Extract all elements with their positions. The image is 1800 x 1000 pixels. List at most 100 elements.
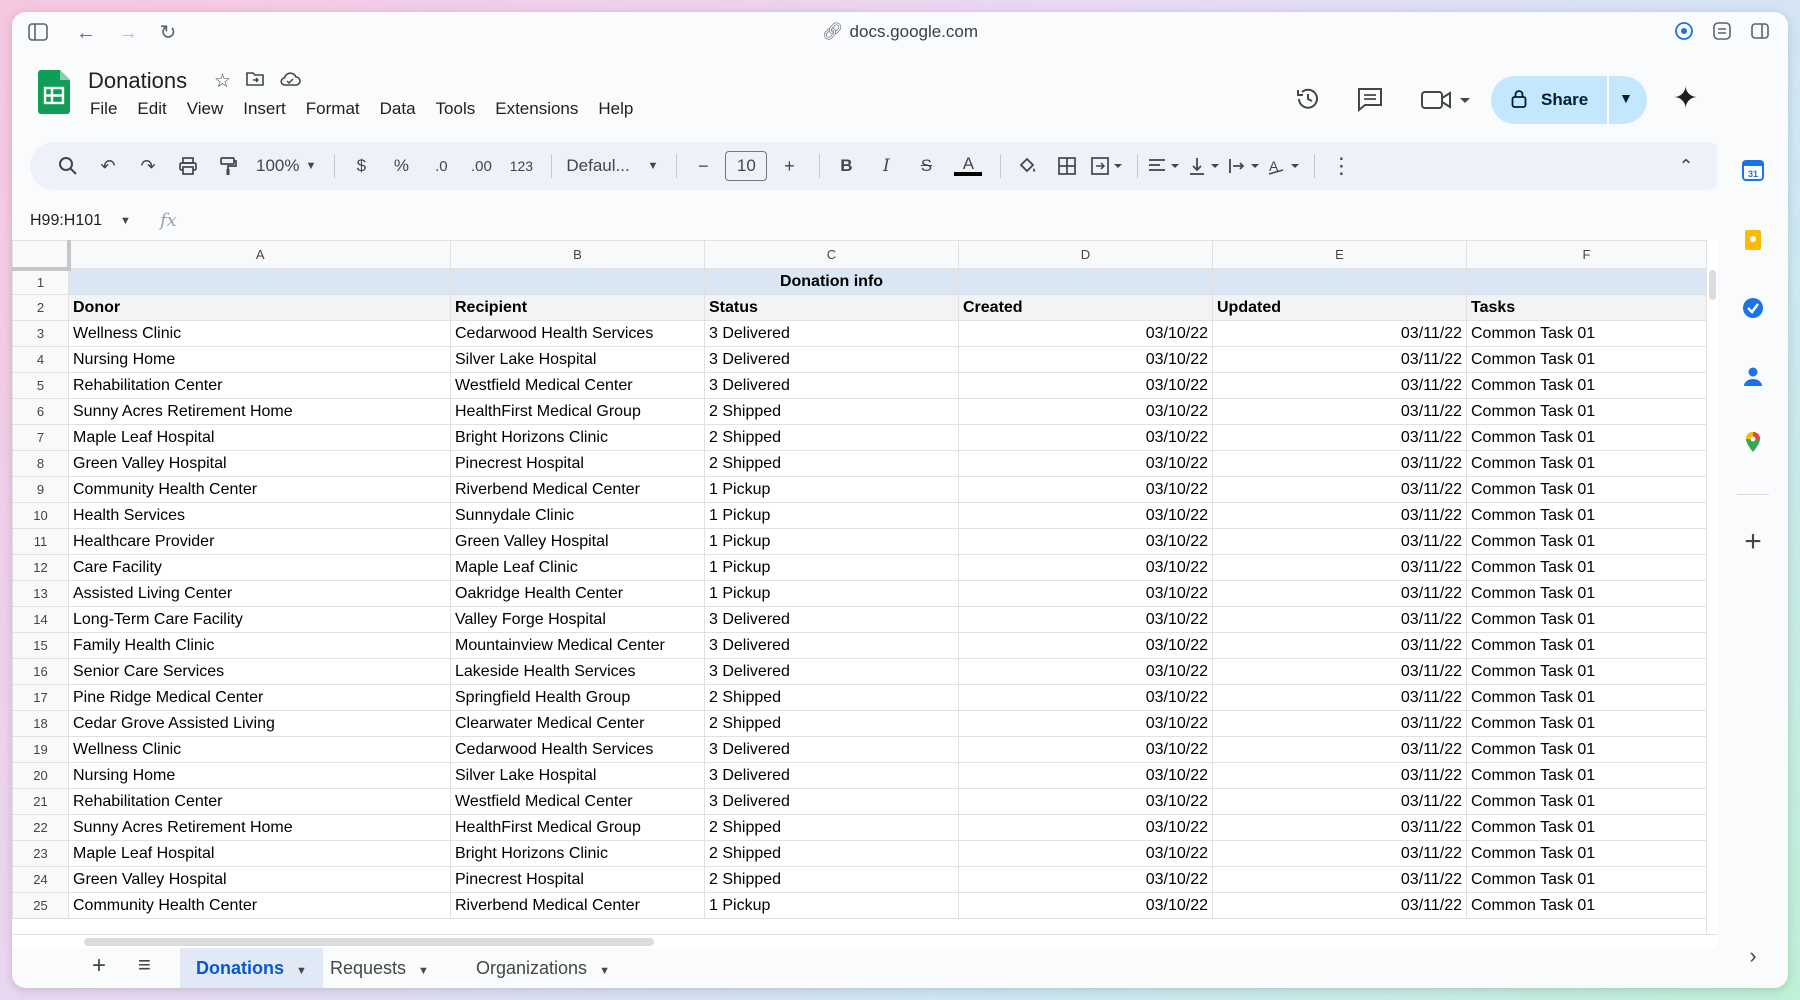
cloud-status-icon[interactable] [279,70,301,94]
cell[interactable]: Pinecrest Hospital [450,450,705,477]
cell[interactable]: 03/11/22 [1212,476,1467,503]
row-number[interactable]: 19 [12,736,69,763]
cell[interactable]: Oakridge Health Center [450,580,705,607]
row-number[interactable]: 5 [12,372,69,399]
cell[interactable]: 2 Shipped [704,814,959,841]
cell[interactable]: Rehabilitation Center [68,788,451,815]
column-header-c[interactable]: C [704,240,959,269]
more-formats-button[interactable]: 123 [503,148,539,184]
extension-icon[interactable] [1672,21,1696,45]
meet-icon[interactable] [1420,88,1472,119]
cell[interactable]: 03/10/22 [958,580,1213,607]
cell[interactable]: 3 Delivered [704,346,959,373]
cell[interactable]: Riverbend Medical Center [450,476,705,503]
cell[interactable]: 1 Pickup [704,476,959,503]
cell-header-created[interactable]: Created [958,294,1213,321]
menu-tools[interactable]: Tools [436,99,476,119]
cell[interactable]: Common Task 01 [1466,814,1707,841]
column-header-a[interactable]: A [68,240,451,269]
paint-format-icon[interactable] [210,148,246,184]
print-icon[interactable] [170,148,206,184]
borders-icon[interactable] [1049,148,1085,184]
cell[interactable]: Clearwater Medical Center [450,710,705,737]
cell[interactable]: Assisted Living Center [68,580,451,607]
cell[interactable]: Common Task 01 [1466,840,1707,867]
cell[interactable]: Pine Ridge Medical Center [68,684,451,711]
cell[interactable]: Bright Horizons Clinic [450,424,705,451]
row-number[interactable]: 23 [12,840,69,867]
cell[interactable]: Common Task 01 [1466,736,1707,763]
row-number[interactable]: 13 [12,580,69,607]
cell[interactable]: Common Task 01 [1466,554,1707,581]
cell[interactable]: 2 Shipped [704,710,959,737]
cell[interactable]: Nursing Home [68,346,451,373]
add-sheet-icon[interactable]: + [92,952,106,980]
menu-insert[interactable]: Insert [243,99,286,119]
cell[interactable]: 3 Delivered [704,736,959,763]
cell[interactable]: Green Valley Hospital [68,866,451,893]
cell[interactable]: 2 Shipped [704,398,959,425]
row-number[interactable]: 7 [12,424,69,451]
cell[interactable]: 03/11/22 [1212,346,1467,373]
sheet-tab-requests[interactable]: Requests ▼ [314,948,445,988]
text-rotation-icon[interactable]: A [1266,148,1302,184]
cell[interactable]: 03/11/22 [1212,372,1467,399]
menu-help[interactable]: Help [598,99,633,119]
row-number[interactable]: 25 [12,892,69,919]
cell[interactable]: 1 Pickup [704,502,959,529]
menu-extensions[interactable]: Extensions [495,99,578,119]
row-number[interactable]: 10 [12,502,69,529]
column-header-f[interactable]: F [1466,240,1707,269]
cell[interactable]: Community Health Center [68,892,451,919]
cell[interactable] [958,268,1213,295]
fill-color-icon[interactable] [1009,148,1045,184]
sheet-tab-organizations[interactable]: Organizations ▼ [460,948,626,988]
row-number[interactable]: 16 [12,658,69,685]
cell[interactable]: Common Task 01 [1466,424,1707,451]
cell[interactable]: Common Task 01 [1466,476,1707,503]
cell[interactable]: 03/10/22 [958,840,1213,867]
cell[interactable]: Common Task 01 [1466,684,1707,711]
chevron-down-icon[interactable]: ▼ [296,965,307,977]
name-box-dropdown-icon[interactable]: ▼ [120,215,131,227]
cell[interactable]: 03/10/22 [958,658,1213,685]
share-button[interactable]: Share ▼ [1491,76,1647,124]
cell[interactable]: Valley Forge Hospital [450,606,705,633]
cell[interactable]: 2 Shipped [704,424,959,451]
cell[interactable]: Community Health Center [68,476,451,503]
cell[interactable]: 03/10/22 [958,398,1213,425]
cell[interactable]: 1 Pickup [704,580,959,607]
text-wrapping-icon[interactable] [1226,148,1262,184]
menu-file[interactable]: File [90,99,117,119]
cell[interactable]: Cedarwood Health Services [450,320,705,347]
row-number[interactable]: 17 [12,684,69,711]
reader-mode-icon[interactable] [1710,21,1734,45]
row-number[interactable]: 15 [12,632,69,659]
row-number[interactable]: 1 [12,268,69,295]
cell[interactable]: Common Task 01 [1466,580,1707,607]
cell[interactable]: Wellness Clinic [68,320,451,347]
move-folder-icon[interactable] [245,70,265,94]
column-header-e[interactable]: E [1212,240,1467,269]
cell[interactable]: Bright Horizons Clinic [450,840,705,867]
cell[interactable]: 03/10/22 [958,476,1213,503]
bold-button[interactable]: B [828,148,864,184]
cell[interactable]: HealthFirst Medical Group [450,814,705,841]
cell[interactable]: 03/11/22 [1212,632,1467,659]
cell[interactable]: 3 Delivered [704,658,959,685]
cell[interactable]: 1 Pickup [704,528,959,555]
sheets-logo-icon[interactable] [38,70,70,114]
cell[interactable]: Lakeside Health Services [450,658,705,685]
text-color-button[interactable]: A [948,148,988,184]
cell[interactable]: Cedar Grove Assisted Living [68,710,451,737]
chevron-down-icon[interactable]: ▼ [599,965,610,977]
cell-header-updated[interactable]: Updated [1212,294,1467,321]
cell[interactable]: Family Health Clinic [68,632,451,659]
cell-table[interactable]: A B C D E F 1 Donation info 2 Donor Reci… [12,240,1707,919]
cell-header-status[interactable]: Status [704,294,959,321]
calendar-icon[interactable]: 31 [1741,158,1765,182]
maps-icon[interactable] [1741,430,1765,454]
cell[interactable]: 03/11/22 [1212,762,1467,789]
font-family-select[interactable]: Defaul... ▼ [560,148,664,184]
row-number[interactable]: 2 [12,294,69,321]
